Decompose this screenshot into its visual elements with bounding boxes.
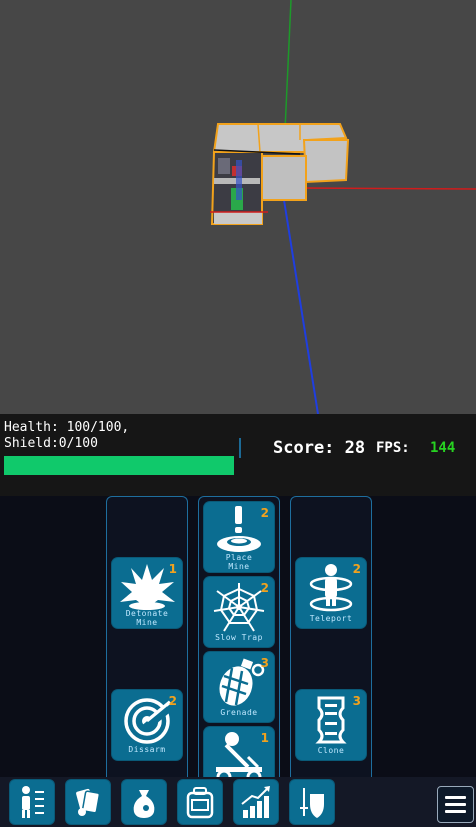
ability-count: 1 (260, 731, 269, 745)
selected-model[interactable] (210, 123, 350, 225)
x-axis-line (299, 187, 476, 190)
upgrade-stats-icon (241, 786, 270, 818)
cards-icon (76, 788, 101, 816)
ability-count: 2 (168, 694, 177, 708)
place-mine-button[interactable]: 2 Place Mine (204, 502, 274, 572)
ability-label: Dissarm (128, 745, 166, 754)
health-label: Health: 100/100, (4, 420, 130, 435)
fps-label: FPS: (376, 440, 410, 456)
ability-count: 2 (260, 506, 269, 520)
ability-count: 2 (260, 581, 269, 595)
ability-label: Clone (317, 746, 345, 755)
ability-label: Grenade (220, 708, 258, 717)
score-label: Score: 28 (273, 438, 366, 458)
ability-label: Slow Trap (215, 633, 263, 642)
ability-column-center: 2 Place Mine 2 Slow Trap 3 Grenade 1 (198, 496, 280, 797)
teleport-button[interactable]: 2 Teleport (296, 558, 366, 628)
abilities-icon (22, 786, 44, 818)
money-bag-button[interactable] (122, 780, 166, 824)
fps-value: 144 (430, 440, 456, 456)
health-bar (4, 456, 234, 475)
grenade-button[interactable]: 3 Grenade (204, 652, 274, 722)
ability-count: 2 (352, 562, 361, 576)
ability-count: 3 (260, 656, 269, 670)
ability-count: 1 (168, 562, 177, 576)
shield-label: Shield:0/100 (4, 436, 98, 451)
backpack-icon (186, 787, 214, 819)
disarm-button[interactable]: 2 Dissarm (112, 690, 182, 760)
ability-count: 3 (352, 694, 361, 708)
status-hud: Health: 100/100, Shield:0/100 Score: 28 … (0, 414, 476, 496)
shield-sword-icon (300, 788, 324, 818)
money-bag-icon (133, 790, 155, 818)
ability-label: Mine (228, 562, 250, 571)
ability-label: Mine (136, 618, 158, 627)
upgrade-stats-button[interactable] (234, 780, 278, 824)
cards-button[interactable] (66, 780, 110, 824)
ability-column-left: 1 Detonate Mine 2 Dissarm (106, 496, 188, 797)
scene-viewport[interactable] (0, 0, 476, 414)
scene-canvas (210, 0, 476, 414)
bottom-toolbar (0, 777, 476, 827)
clone-button[interactable]: 3 Clone (296, 690, 366, 760)
hud-divider (239, 438, 241, 458)
abilities-button[interactable] (10, 780, 54, 824)
z-axis-line (283, 199, 319, 414)
slow-trap-button[interactable]: 2 Slow Trap (204, 577, 274, 647)
detonate-mine-button[interactable]: 1 Detonate Mine (112, 558, 182, 628)
ability-column-right: 2 Teleport 3 Clone (290, 496, 372, 797)
health-bar-fill (4, 456, 234, 475)
menu-button[interactable] (437, 786, 474, 823)
ability-label: Teleport (309, 614, 353, 623)
shield-sword-button[interactable] (290, 780, 334, 824)
backpack-button[interactable] (178, 780, 222, 824)
